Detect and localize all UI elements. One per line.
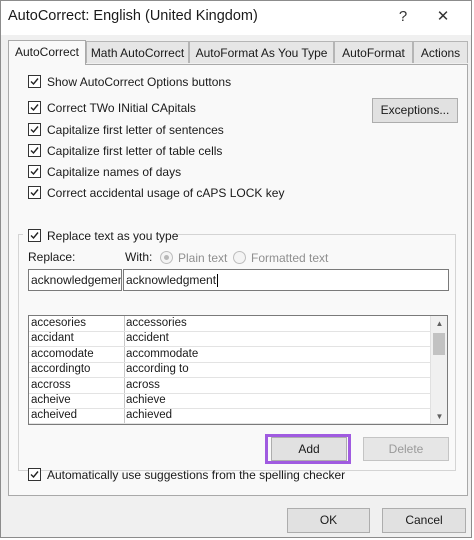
close-button[interactable]: ✕ xyxy=(430,5,456,29)
capitalize-sentences-label: Capitalize first letter of sentences xyxy=(47,123,224,137)
checkbox[interactable] xyxy=(28,468,41,481)
list-row[interactable]: accidant accident xyxy=(29,331,431,348)
replace-input-value: acknowledgement xyxy=(31,273,122,287)
plain-text-label: Plain text xyxy=(178,251,228,265)
list-cell-replace: acheive xyxy=(31,394,71,406)
checkbox[interactable] xyxy=(28,144,41,157)
list-cell-with: according to xyxy=(126,363,189,376)
with-label: With: xyxy=(125,250,153,264)
list-cell-replace: accomodate xyxy=(31,347,94,360)
tab-autoformat[interactable]: AutoFormat xyxy=(334,41,413,63)
caps-lock-label: Correct accidental usage of cAPS LOCK ke… xyxy=(47,186,285,200)
checkbox[interactable] xyxy=(28,75,41,88)
autocorrect-dialog: AutoCorrect: English (United Kingdom) ? … xyxy=(0,0,472,538)
help-button[interactable]: ? xyxy=(390,5,416,29)
list-cell-with: accident xyxy=(126,332,169,345)
exceptions-button[interactable]: Exceptions... xyxy=(372,98,458,123)
delete-button[interactable]: Delete xyxy=(363,437,449,461)
plain-text-radio[interactable] xyxy=(160,251,173,264)
autocorrect-panel: Show AutoCorrect Options buttons Correct… xyxy=(8,64,468,496)
list-row[interactable]: acheived achieved xyxy=(29,408,431,424)
checkbox[interactable] xyxy=(28,165,41,178)
window-title: AutoCorrect: English (United Kingdom) xyxy=(8,8,258,24)
add-button-highlight xyxy=(265,434,351,464)
title-bar: AutoCorrect: English (United Kingdom) ? … xyxy=(1,1,471,35)
replace-as-you-type-label: Replace text as you type xyxy=(47,229,179,243)
list-row[interactable]: accesories accessories xyxy=(29,316,431,332)
tab-autoformat-as-you-type[interactable]: AutoFormat As You Type xyxy=(189,41,334,63)
radio-selected-dot xyxy=(164,255,169,260)
list-cell-replace: accross xyxy=(31,378,71,391)
tab-autocorrect[interactable]: AutoCorrect xyxy=(8,40,86,65)
list-cell-replace: acheived xyxy=(31,409,78,422)
with-input[interactable]: acknowledgment xyxy=(123,269,449,291)
formatted-text-radio[interactable] xyxy=(233,251,246,264)
list-cell-replace: accordingto xyxy=(31,363,91,376)
text-caret xyxy=(217,274,219,288)
replace-input[interactable]: acknowledgement xyxy=(28,269,122,291)
list-row[interactable]: acheive achieve xyxy=(29,393,431,409)
autocorrect-entries-list[interactable]: accesories accessories accidant accident… xyxy=(28,315,448,425)
tab-math-autocorrect[interactable]: Math AutoCorrect xyxy=(86,41,189,63)
list-row[interactable]: accomodate accommodate xyxy=(29,347,431,363)
checkbox[interactable] xyxy=(28,229,41,242)
list-cell-with: accessories xyxy=(126,317,187,329)
replace-label: Replace: xyxy=(28,250,76,264)
spelling-suggestions-label: Automatically use suggestions from the s… xyxy=(47,468,346,482)
list-cell-replace: accidant xyxy=(31,332,74,345)
list-cell-with: accommodate xyxy=(126,347,199,360)
tab-actions[interactable]: Actions xyxy=(413,41,468,63)
checkbox[interactable] xyxy=(28,186,41,199)
capitalize-table-cells-label: Capitalize first letter of table cells xyxy=(47,144,223,158)
list-cell-with: achieve xyxy=(126,394,166,406)
ok-button[interactable]: OK xyxy=(287,508,370,533)
cancel-button[interactable]: Cancel xyxy=(382,508,466,533)
formatted-text-label: Formatted text xyxy=(251,251,329,265)
checkbox[interactable] xyxy=(28,123,41,136)
checkbox[interactable] xyxy=(28,101,41,114)
list-scrollbar[interactable]: ▲ ▼ xyxy=(430,316,447,424)
list-row[interactable]: accross across xyxy=(29,378,431,394)
with-input-value: acknowledgment xyxy=(126,273,217,287)
list-cell-replace: accesories xyxy=(31,317,86,329)
list-row[interactable]: accordingto according to xyxy=(29,362,431,379)
capitalize-days-label: Capitalize names of days xyxy=(47,165,182,179)
scroll-thumb[interactable] xyxy=(433,333,445,355)
list-cell-with: achieved xyxy=(126,409,173,422)
correct-two-initial-capitals-label: Correct TWo INitial CApitals xyxy=(47,101,196,115)
show-options-buttons-label: Show AutoCorrect Options buttons xyxy=(47,75,232,89)
scroll-up-arrow-icon[interactable]: ▲ xyxy=(431,316,447,331)
scroll-down-arrow-icon[interactable]: ▼ xyxy=(431,409,447,424)
list-cell-with: across xyxy=(126,378,160,391)
